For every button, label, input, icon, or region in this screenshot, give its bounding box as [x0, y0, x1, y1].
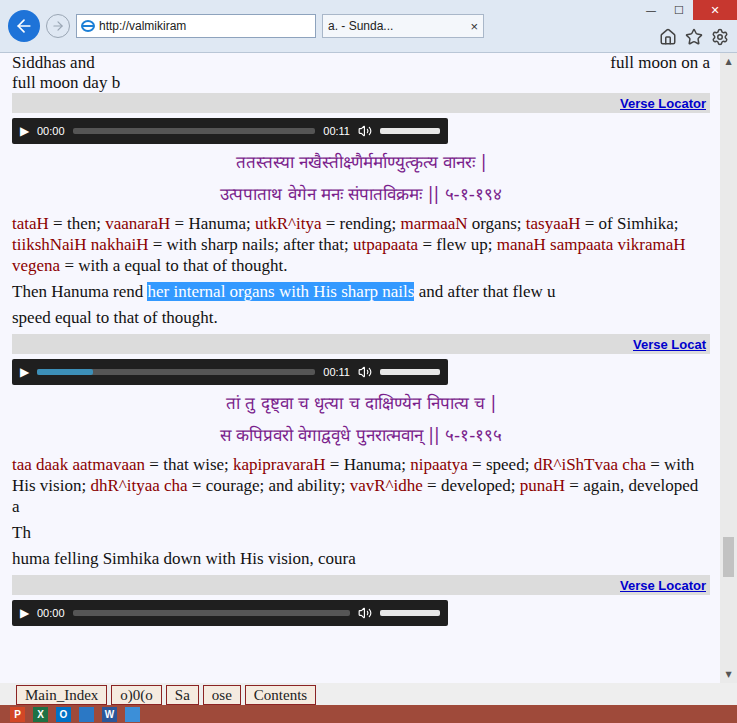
tab-close[interactable]: ×	[470, 19, 478, 34]
audio-player[interactable]: ▶ 00:11	[12, 359, 448, 385]
scroll-down[interactable]: ▼	[725, 666, 731, 683]
progress-track[interactable]	[37, 369, 315, 375]
back-button[interactable]	[8, 10, 40, 42]
translation-line: huma felling Simhika down with His visio…	[12, 548, 710, 569]
nav-button[interactable]: Main_Index	[16, 685, 107, 705]
verse: Verse Locat ▶ 00:11 तां तु दृष्ट्वा च धृत्य…	[12, 334, 710, 569]
forward-button[interactable]	[46, 14, 70, 38]
locator-row: Verse Locat	[12, 334, 710, 354]
app-icon[interactable]: W	[102, 707, 117, 722]
verse-locator-link[interactable]: Verse Locator	[620, 96, 706, 111]
tab-title: a. - Sunda...	[328, 19, 393, 33]
window-button[interactable]: ☐	[665, 0, 693, 20]
translation-line: Th	[12, 522, 710, 543]
play-icon[interactable]: ▶	[20, 365, 29, 379]
browser-window: http://valmikiram a. - Sunda... × —☐✕ Siddha…	[0, 0, 737, 723]
page-content: Siddhas andfull moon on afull moon day b…	[0, 53, 720, 683]
volume-icon[interactable]	[358, 606, 372, 620]
play-icon[interactable]: ▶	[20, 606, 29, 620]
volume-fill	[380, 369, 440, 375]
ie-logo-icon	[81, 19, 95, 33]
title-bar: http://valmikiram a. - Sunda... × —☐✕	[0, 0, 737, 53]
verse-locator-link[interactable]: Verse Locat	[633, 337, 706, 352]
sanskrit-line: स कपिप्रवरो वेगाद्ववृधे पुनरात्मवान् || …	[12, 422, 710, 449]
volume-icon[interactable]	[358, 124, 372, 138]
volume-icon[interactable]	[358, 365, 372, 379]
home-icon[interactable]	[659, 28, 677, 46]
locator-row: Verse Locator	[12, 575, 710, 595]
tab[interactable]: a. - Sunda... ×	[322, 14, 484, 38]
translation-line: speed equal to that of thought.	[12, 307, 710, 328]
current-time: 00:00	[37, 125, 65, 137]
address-bar[interactable]: http://valmikiram	[76, 14, 316, 38]
scroll-thumb[interactable]	[723, 537, 734, 577]
play-icon[interactable]: ▶	[20, 124, 29, 138]
progress-track[interactable]	[73, 128, 316, 134]
window-button[interactable]: —	[637, 0, 665, 20]
app-icon[interactable]: X	[33, 707, 48, 722]
sanskrit-line: उत्पपाताथ वेगेन मनः संपातविक्रमः || ५-१-…	[12, 181, 710, 208]
verse: Verse Locator ▶ 00:00 00:11 ततस्तस्या नखैस्त…	[12, 93, 710, 328]
translation-line: Then Hanuma rend her internal organs wit…	[12, 281, 710, 302]
bottom-nav: Main_Indexo)0(oSaoseContents	[0, 683, 737, 705]
sanskrit-line: तां तु दृष्ट्वा च धृत्या च दाक्षिण्येन न…	[12, 390, 710, 417]
app-icon[interactable]: P	[10, 707, 25, 722]
word-meaning: taa daak aatmavaan = that wise; kapiprav…	[12, 454, 710, 517]
volume-track[interactable]	[380, 128, 440, 134]
verse: Verse Locator ▶ 00:00	[12, 575, 710, 626]
volume-track[interactable]	[380, 610, 440, 616]
window-controls: —☐✕	[637, 0, 737, 20]
taskbar: PXO W	[0, 705, 737, 723]
window-button[interactable]: ✕	[693, 0, 737, 20]
forward-arrow-icon	[51, 19, 65, 33]
back-arrow-icon	[14, 16, 34, 36]
scrollbar[interactable]: ▲▼	[720, 53, 737, 683]
address-text: http://valmikiram	[99, 19, 186, 33]
duration: 00:11	[323, 125, 350, 137]
volume-fill	[380, 610, 440, 616]
scroll-up[interactable]: ▲	[725, 53, 731, 70]
scroll-track[interactable]	[720, 70, 737, 666]
duration: 00:11	[323, 366, 350, 378]
gear-icon[interactable]	[711, 28, 729, 46]
verse-locator-link[interactable]: Verse Locator	[620, 578, 706, 593]
progress-track[interactable]	[73, 610, 350, 616]
volume-track[interactable]	[380, 369, 440, 375]
nav-button[interactable]: o)0(o	[111, 685, 162, 705]
audio-player[interactable]: ▶ 00:00	[12, 600, 448, 626]
audio-player[interactable]: ▶ 00:00 00:11	[12, 118, 448, 144]
app-icon[interactable]	[79, 707, 94, 722]
nav-button[interactable]: Sa	[166, 685, 199, 705]
star-icon[interactable]	[685, 28, 703, 46]
current-time: 00:00	[37, 607, 65, 619]
locator-row: Verse Locator	[12, 93, 710, 113]
app-icon[interactable]: O	[56, 707, 71, 722]
intro-text: full moon day b	[12, 73, 710, 93]
intro-text: Siddhas andfull moon on a	[12, 53, 710, 73]
word-meaning: tataH = then; vaanaraH = Hanuma; utkR^it…	[12, 213, 710, 276]
nav-button[interactable]: ose	[203, 685, 241, 705]
volume-fill	[380, 128, 440, 134]
progress-fill	[37, 369, 93, 375]
app-icon[interactable]	[125, 707, 140, 722]
nav-button[interactable]: Contents	[245, 685, 316, 705]
sanskrit-line: ततस्तस्या नखैस्तीक्ष्णैर्मर्माण्युत्कृत्…	[12, 149, 710, 176]
